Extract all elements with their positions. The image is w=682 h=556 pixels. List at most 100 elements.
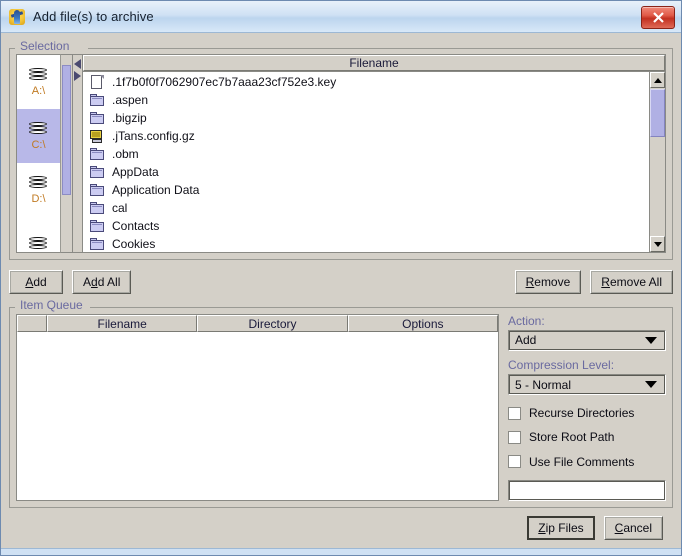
drive-item-partial[interactable]	[17, 217, 60, 252]
file-list-rows: .1f7b0f0f7062907ec7b7aaa23cf752e3.key .as…	[83, 72, 649, 252]
column-header-blank[interactable]	[17, 315, 47, 332]
add-button-rest: dd	[33, 275, 47, 289]
close-icon[interactable]	[641, 6, 675, 29]
compression-level-value: 5 - Normal	[515, 377, 572, 392]
recurse-directories-checkbox[interactable]: Recurse Directories	[508, 401, 666, 425]
file-name: .aspen	[112, 93, 149, 107]
title-bar: Add file(s) to archive	[1, 1, 681, 33]
folder-icon	[89, 237, 106, 252]
drive-icon	[28, 237, 50, 251]
file-list-item[interactable]: .bigzip	[83, 109, 649, 127]
folder-icon	[89, 219, 106, 234]
drive-item-d[interactable]: D:\	[17, 163, 60, 217]
file-comment-input[interactable]	[508, 480, 666, 501]
action-label: Action:	[508, 314, 545, 328]
file-list-item[interactable]: Application Data	[83, 181, 649, 199]
file-list-item[interactable]: .obm	[83, 145, 649, 163]
window-title: Add file(s) to archive	[33, 9, 154, 24]
checkbox-label: Use File Comments	[529, 454, 635, 469]
store-root-path-checkbox[interactable]: Store Root Path	[508, 425, 666, 449]
add-files-dialog: Add file(s) to archive Selection A:\ C:\…	[0, 0, 682, 556]
file-list-item[interactable]: Contacts	[83, 217, 649, 235]
file-name: AppData	[112, 165, 159, 179]
file-name: Application Data	[112, 183, 200, 197]
dialog-footer: Zip Files Cancel	[9, 508, 673, 548]
compression-level-label: Compression Level:	[508, 358, 615, 373]
folder-icon	[89, 183, 106, 198]
use-file-comments-checkbox[interactable]: Use File Comments	[508, 450, 666, 474]
folder-icon	[89, 201, 106, 216]
checkbox-box	[508, 455, 521, 469]
splitter-left-icon	[74, 59, 81, 69]
scroll-up-icon[interactable]	[650, 72, 665, 88]
file-list-header: Filename	[83, 55, 665, 72]
chevron-down-icon	[645, 336, 657, 344]
file-list-item[interactable]: cal	[83, 199, 649, 217]
folder-icon	[89, 93, 106, 108]
file-list-item[interactable]: .1f7b0f0f7062907ec7b7aaa23cf752e3.key	[83, 73, 649, 91]
file-name: Cookies	[112, 237, 156, 251]
folder-icon	[89, 147, 106, 162]
folder-icon	[89, 165, 106, 180]
folder-icon	[89, 111, 106, 126]
file-list-scrollbar[interactable]	[649, 72, 665, 252]
selection-group: Selection A:\ C:\ D:\ Filename .1f7b0f0f…	[9, 39, 673, 260]
drive-item-c[interactable]: C:\	[17, 109, 60, 163]
splitter-handle[interactable]	[73, 54, 82, 253]
drive-list[interactable]: A:\ C:\ D:\	[16, 54, 60, 253]
scroll-down-icon[interactable]	[650, 236, 665, 252]
file-name: cal	[112, 201, 128, 215]
file-list: Filename .1f7b0f0f7062907ec7b7aaa23cf752…	[82, 54, 666, 253]
checkbox-label: Store Root Path	[529, 430, 615, 445]
chevron-down-icon	[645, 381, 657, 389]
item-queue-body[interactable]	[17, 332, 498, 500]
drive-item-a[interactable]: A:\	[17, 55, 60, 109]
file-list-item[interactable]: .aspen	[83, 91, 649, 109]
action-value: Add	[515, 333, 537, 348]
file-name: Contacts	[112, 219, 160, 233]
file-list-item[interactable]: AppData	[83, 163, 649, 181]
remove-button[interactable]: Remove	[514, 270, 582, 294]
status-bar	[1, 548, 681, 555]
file-name: .obm	[112, 147, 139, 161]
file-name: .bigzip	[112, 111, 147, 125]
archive-icon	[89, 129, 106, 144]
drive-scrollbar-thumb[interactable]	[62, 65, 71, 195]
file-name: .1f7b0f0f7062907ec7b7aaa23cf752e3.key	[112, 75, 337, 89]
drive-label: C:\	[31, 138, 46, 151]
file-list-item[interactable]: .jTans.config.gz	[83, 127, 649, 145]
drive-label: A:\	[31, 84, 46, 97]
cancel-button[interactable]: Cancel	[603, 516, 663, 540]
checkbox-box	[508, 430, 521, 444]
selection-legend: Selection	[17, 39, 73, 53]
zip-files-button[interactable]: Zip Files	[527, 516, 595, 540]
column-header-filename[interactable]: Filename	[83, 55, 665, 71]
remove-all-button[interactable]: Remove All	[590, 270, 673, 294]
column-header-filename[interactable]: Filename	[47, 315, 198, 332]
file-name: .jTans.config.gz	[112, 129, 195, 143]
drive-icon	[28, 67, 50, 82]
checkbox-box	[508, 406, 521, 420]
dialog-content: Selection A:\ C:\ D:\ Filename .1f7b0f0f…	[1, 33, 681, 548]
splitter-right-icon	[74, 71, 81, 81]
drive-icon	[28, 121, 50, 136]
checkbox-label: Recurse Directories	[529, 406, 635, 421]
drive-list-scrollbar[interactable]	[60, 54, 73, 253]
item-queue-legend: Item Queue	[17, 298, 86, 312]
add-all-button[interactable]: Add All	[72, 270, 132, 294]
file-list-item[interactable]: Cookies	[83, 235, 649, 252]
column-header-options[interactable]: Options	[347, 315, 498, 332]
app-icon	[8, 8, 26, 26]
drive-icon	[28, 175, 50, 190]
item-queue-table: Filename Directory Options	[16, 314, 499, 501]
column-header-directory[interactable]: Directory	[197, 315, 348, 332]
compression-level-select[interactable]: 5 - Normal	[508, 374, 666, 396]
item-queue-group: Item Queue Filename Directory Options Ac…	[9, 298, 673, 508]
options-panel: Action: Add Compression Level: 5 - Norma…	[508, 314, 666, 501]
action-select[interactable]: Add	[508, 330, 666, 351]
drive-label: D:\	[31, 192, 46, 205]
file-scrollbar-thumb[interactable]	[650, 89, 665, 137]
document-icon	[89, 74, 106, 90]
add-button[interactable]: Add	[9, 270, 63, 294]
selection-buttons: Add Add All Remove Remove All	[9, 267, 673, 297]
